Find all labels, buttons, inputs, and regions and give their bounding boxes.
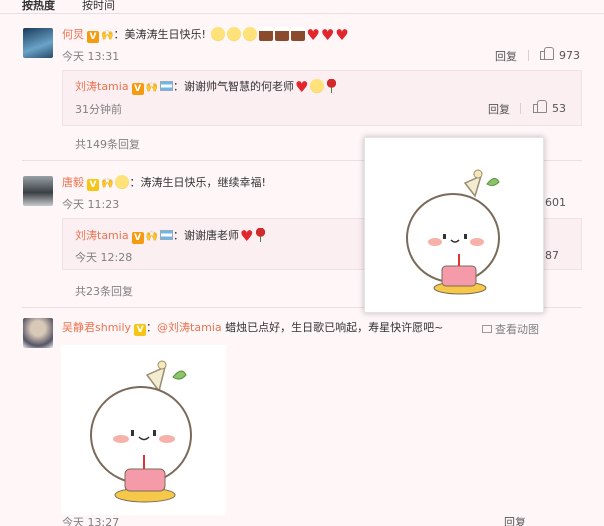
colon: ：	[173, 80, 185, 93]
gif-preview-popup[interactable]	[364, 137, 544, 313]
like-button[interactable]: 973	[540, 47, 580, 62]
birthday-bun-image	[90, 360, 192, 503]
comment-line: 唐毅 V 🙌 ：涛涛生日快乐，继续幸福!	[62, 174, 266, 191]
comment-text: 蜡烛已点好，生日歌已响起，寿星快许愿吧~	[221, 321, 444, 334]
mention-link[interactable]: @刘涛tamia	[157, 321, 222, 334]
heart-emoji-icon: ♥	[335, 26, 349, 44]
reply-time: 今天 12:28	[75, 251, 133, 264]
level-icon: 🙌	[145, 82, 159, 93]
like-button[interactable]: 601	[545, 196, 566, 209]
view-gif-link[interactable]: 查看动图	[482, 321, 539, 337]
view-gif-label: 查看动图	[495, 323, 539, 336]
more-replies-link[interactable]: 共23条回复	[75, 283, 133, 299]
colon: ：	[173, 229, 185, 242]
reply-text: 谢谢帅气智慧的何老师	[184, 80, 295, 93]
level-icon: 🙌	[101, 178, 114, 189]
username[interactable]: 刘涛tamia	[75, 229, 129, 242]
more-replies-link[interactable]: 共149条回复	[75, 136, 140, 152]
reply-time: 31分钟前	[75, 103, 122, 116]
smile-emoji-icon	[243, 27, 258, 41]
heart-emoji-icon: ♥	[240, 227, 254, 245]
comment-time: 今天 13:31	[62, 50, 120, 63]
level-icon: 🙌	[145, 231, 159, 242]
cake-emoji-icon	[275, 27, 290, 41]
badge-icon	[115, 175, 130, 189]
username[interactable]: 吴静君shmily	[62, 321, 131, 334]
comment-line: 吴静君shmily V ：@刘涛tamia 蜡烛已点好，生日歌已响起，寿星快许愿吧~	[62, 319, 443, 336]
rose-emoji-icon	[326, 79, 338, 93]
like-count: 601	[545, 196, 566, 209]
level-icon: 🙌	[101, 30, 114, 41]
birthday-bun-image	[406, 169, 500, 295]
reply-text: 谢谢唐老师	[184, 229, 240, 242]
verified-icon: V	[87, 31, 99, 43]
image-icon	[482, 325, 492, 333]
heart-emoji-icon: ♥	[295, 78, 309, 96]
rose-emoji-icon	[255, 228, 267, 242]
divider	[520, 103, 521, 114]
reply-line: 刘涛tamia V 🙌 ：谢谢唐老师♥	[75, 227, 267, 245]
colon: ：	[146, 321, 158, 334]
colon: ：	[129, 176, 141, 189]
comment-line: 何炅 V 🙌：美涛涛生日快乐! ♥♥♥	[62, 26, 349, 44]
divider	[528, 50, 529, 61]
username[interactable]: 唐毅	[62, 176, 84, 189]
comment-time: 今天 13:27	[62, 516, 120, 526]
like-button[interactable]: 87	[545, 249, 559, 262]
avatar[interactable]	[23, 176, 53, 206]
thumbs-up-icon	[533, 100, 547, 113]
comment-gif-image[interactable]	[61, 345, 226, 515]
face-emoji-icon	[310, 79, 325, 93]
like-count: 87	[545, 249, 559, 262]
tab-time[interactable]: 按时间	[82, 0, 115, 13]
thumbs-up-icon	[540, 47, 554, 60]
tab-hot[interactable]: 按热度	[22, 0, 55, 13]
sort-tabs: 按热度 按时间	[0, 0, 604, 14]
flag-icon	[160, 230, 174, 240]
reply-button[interactable]: 回复	[495, 48, 517, 64]
like-count: 973	[559, 49, 580, 62]
verified-icon: V	[131, 232, 144, 244]
reply-button[interactable]: 回复	[488, 101, 510, 117]
cake-emoji-icon	[291, 27, 306, 41]
reply-button[interactable]: 回复	[504, 514, 526, 526]
verified-icon: V	[131, 83, 144, 95]
cake-emoji-icon	[259, 27, 274, 41]
reply-line: 刘涛tamia V 🙌 ：谢谢帅气智慧的何老师♥	[75, 78, 338, 96]
avatar[interactable]	[23, 28, 53, 58]
comment-text: 涛涛生日快乐，继续幸福!	[140, 176, 266, 189]
like-count: 53	[552, 102, 566, 115]
verified-icon: V	[134, 324, 147, 336]
username[interactable]: 何炅	[62, 28, 84, 41]
comment-text: 美涛涛生日快乐!	[124, 28, 206, 41]
comment-time: 今天 11:23	[62, 198, 120, 211]
avatar[interactable]	[23, 318, 53, 348]
flag-icon	[160, 81, 174, 91]
username[interactable]: 刘涛tamia	[75, 80, 129, 93]
heart-emoji-icon: ♥	[320, 26, 335, 44]
smile-emoji-icon	[211, 27, 226, 41]
verified-icon: V	[87, 179, 99, 191]
smile-emoji-icon	[227, 27, 242, 41]
heart-emoji-icon: ♥	[306, 26, 320, 44]
colon: ：	[113, 28, 125, 41]
like-button[interactable]: 53	[533, 100, 566, 115]
